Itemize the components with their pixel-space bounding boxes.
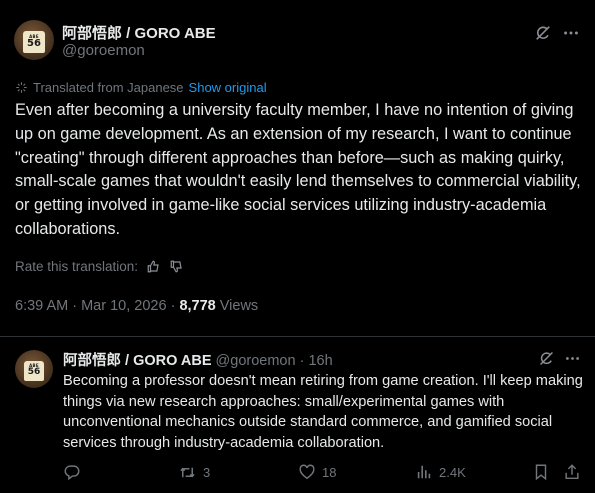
views-count: 2.4K bbox=[439, 464, 466, 480]
translate-icon bbox=[15, 81, 28, 94]
like-icon bbox=[298, 463, 316, 481]
repost-icon bbox=[178, 463, 197, 482]
reply-header: 阿部悟郎 / GORO ABE @goroemon · 16h bbox=[63, 349, 333, 370]
more-icon[interactable] bbox=[560, 22, 582, 44]
reply-action-bar: 3 18 2.4K bbox=[0, 461, 595, 483]
reply-button[interactable] bbox=[63, 461, 81, 483]
views-label: Views bbox=[219, 298, 259, 314]
author-avatar[interactable]: ABE 56 bbox=[14, 20, 54, 60]
reply-author-avatar[interactable]: ABE 56 bbox=[15, 350, 53, 388]
avatar-jersey-number: 56 bbox=[27, 37, 41, 49]
translated-from-label: Translated from Japanese bbox=[33, 80, 184, 95]
repost-count: 3 bbox=[203, 464, 211, 480]
more-icon[interactable] bbox=[562, 348, 582, 368]
avatar-jersey-image: ABE 56 bbox=[23, 30, 45, 53]
grok-icon[interactable] bbox=[532, 22, 554, 44]
reply-author-name[interactable]: 阿部悟郎 / GORO ABE bbox=[63, 353, 212, 369]
reply-icon bbox=[63, 463, 81, 481]
share-icon bbox=[563, 463, 581, 481]
grok-icon[interactable] bbox=[536, 348, 556, 368]
views-count: 8,778 bbox=[179, 298, 216, 314]
author-name[interactable]: 阿部悟郎 / GORO ABE bbox=[62, 22, 216, 43]
like-count: 18 bbox=[322, 464, 337, 480]
reply-author-handle[interactable]: @goroemon bbox=[216, 353, 296, 369]
avatar-jersey-image: ABE 56 bbox=[24, 360, 44, 381]
tweet-metadata: 6:39 AM · Mar 10, 2026 · 8,778 Views bbox=[15, 298, 258, 314]
repost-button[interactable]: 3 bbox=[178, 461, 210, 483]
thumbs-up-icon[interactable] bbox=[146, 259, 161, 274]
tweet-time[interactable]: 6:39 AM bbox=[15, 298, 68, 314]
separator-dot: · bbox=[299, 353, 305, 369]
author-handle[interactable]: @goroemon bbox=[62, 42, 145, 59]
tweet-text: Even after becoming a university faculty… bbox=[15, 101, 581, 238]
rate-translation-row: Rate this translation: bbox=[15, 259, 184, 274]
translation-notice: Translated from Japanese Show original bbox=[15, 80, 267, 95]
like-button[interactable]: 18 bbox=[298, 461, 336, 483]
avatar-jersey-number: 56 bbox=[27, 367, 41, 378]
reply-age[interactable]: 16h bbox=[308, 353, 332, 369]
bookmark-icon bbox=[532, 463, 550, 481]
separator-dot: · bbox=[72, 298, 82, 314]
show-original-link[interactable]: Show original bbox=[189, 80, 267, 95]
thumbs-down-icon[interactable] bbox=[169, 259, 184, 274]
share-button[interactable] bbox=[563, 461, 581, 483]
divider bbox=[0, 336, 595, 337]
rate-translation-label: Rate this translation: bbox=[15, 259, 139, 274]
reply-text: Becoming a professor doesn't mean retiri… bbox=[63, 373, 583, 451]
bookmark-button[interactable] bbox=[532, 461, 550, 483]
tweet-date[interactable]: Mar 10, 2026 bbox=[81, 298, 166, 314]
views-icon bbox=[415, 463, 433, 481]
views-button[interactable]: 2.4K bbox=[415, 461, 466, 483]
